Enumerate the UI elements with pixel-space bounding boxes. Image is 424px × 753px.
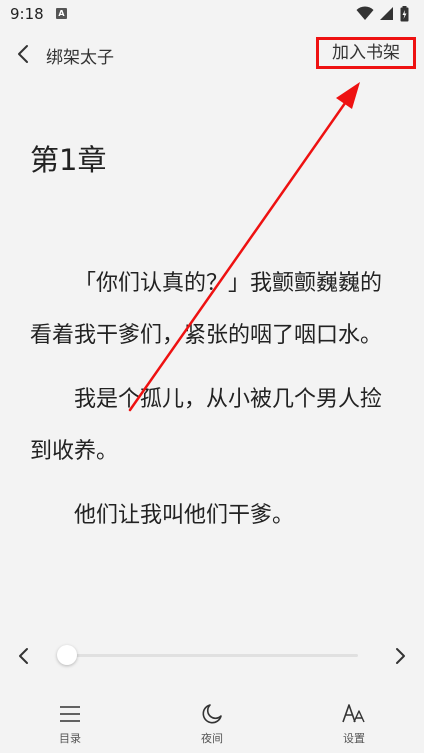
paragraph: 他们让我叫他们干爹。 (74, 503, 295, 528)
menu-list-icon (60, 706, 80, 722)
chapter-title: 第1章 (30, 143, 107, 177)
status-bar: 9:18 A (0, 0, 424, 28)
reader-top-bar: 绑架太子 加入书架 (0, 32, 424, 76)
next-chapter-icon[interactable] (388, 644, 412, 668)
chapter-progress-row (0, 638, 424, 674)
progress-slider-track[interactable] (58, 654, 358, 657)
add-to-shelf-button[interactable]: 加入书架 (316, 37, 416, 69)
moon-icon (202, 704, 222, 724)
book-title: 绑架太子 (46, 48, 114, 68)
night-mode-button[interactable]: 夜间 (172, 700, 252, 753)
night-label: 夜间 (201, 732, 223, 745)
settings-button[interactable]: 设置 (314, 700, 394, 753)
status-time: 9:18 (10, 5, 44, 23)
status-icons (356, 6, 416, 22)
progress-slider-thumb[interactable] (57, 645, 77, 665)
chapter-content: 「你们认真的？」我颤颤巍巍的看着我干爹们，紧张的咽了咽口水。 我是个孤儿，从小被… (30, 258, 402, 554)
toc-label: 目录 (59, 732, 81, 745)
font-settings-icon (342, 704, 365, 723)
paragraph: 「你们认真的？」我颤颤巍巍的看着我干爹们，紧张的咽了咽口水。 (30, 271, 383, 348)
app-notification-icon: A (56, 8, 67, 19)
bottom-navigation: 目录 夜间 设置 (0, 700, 424, 753)
back-arrow-icon[interactable] (12, 42, 36, 66)
wifi-icon (356, 6, 374, 20)
battery-icon (400, 6, 409, 22)
signal-icon (380, 7, 393, 20)
toc-button[interactable]: 目录 (30, 700, 110, 753)
paragraph: 我是个孤儿，从小被几个男人捡到收养。 (30, 387, 383, 464)
previous-chapter-icon[interactable] (12, 644, 36, 668)
settings-label: 设置 (343, 732, 365, 745)
